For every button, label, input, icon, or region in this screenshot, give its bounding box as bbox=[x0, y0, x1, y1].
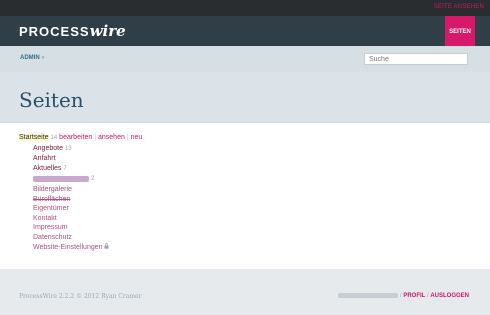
tree-item-label: Datenschutz bbox=[33, 233, 72, 241]
processwire-logo[interactable]: PROCESSwire bbox=[19, 22, 126, 40]
tree-item-label: Bildergalerie bbox=[33, 185, 72, 193]
breadcrumb-admin[interactable]: ADMIN » bbox=[20, 55, 45, 61]
top-strip: SEITE ANSEHEN bbox=[0, 0, 490, 16]
tree-item-label: Anfahrt bbox=[33, 155, 56, 163]
logo-suffix: wire bbox=[89, 22, 126, 40]
tree-item-aktuelles[interactable]: Aktuelles 7 bbox=[19, 164, 142, 175]
tree-root-row: Startseite 14 bearbeiten | ansehen | neu bbox=[19, 133, 142, 144]
tree-item-redacted[interactable]: 2 bbox=[19, 174, 142, 185]
tab-pages[interactable]: SEITEN bbox=[445, 16, 475, 46]
tree-item-website-einstellungen[interactable]: Website-Einstellungen bbox=[19, 242, 142, 254]
tree-item-label: Angebote bbox=[33, 144, 63, 152]
action-divider: | bbox=[126, 134, 129, 141]
divider: / bbox=[399, 293, 402, 300]
chevron-right-icon: » bbox=[41, 55, 45, 61]
tree-item-label: Eigentümer bbox=[33, 205, 69, 213]
profile-link[interactable]: PROFIL bbox=[403, 293, 425, 299]
view-action[interactable]: ansehen bbox=[98, 134, 125, 141]
view-site-link[interactable]: SEITE ANSEHEN bbox=[434, 4, 484, 10]
tree-item-label: Impressum bbox=[33, 224, 68, 232]
page-title: Seiten bbox=[19, 88, 84, 112]
breadcrumb-admin-label: ADMIN bbox=[20, 55, 40, 61]
tree-root-count: 14 bbox=[50, 135, 58, 141]
tree-root-label[interactable]: Startseite bbox=[19, 134, 49, 141]
tree-item-count: 13 bbox=[64, 145, 72, 152]
tree-item-eigentuemer[interactable]: Eigentümer bbox=[19, 204, 142, 214]
tree-item-bildergalerie[interactable]: Bildergalerie bbox=[19, 185, 142, 195]
tree-item-label: Website-Einstellungen bbox=[33, 243, 103, 251]
tree-item-label: Kontakt bbox=[33, 214, 57, 222]
tree-item-datenschutz[interactable]: Datenschutz bbox=[19, 233, 142, 243]
tree-item-count: 2 bbox=[90, 176, 95, 183]
user-links: / PROFIL / AUSLOGGEN bbox=[338, 293, 469, 299]
tree-item-anfahrt[interactable]: Anfahrt bbox=[19, 154, 142, 164]
copyright-text: ProcessWire 2.2.2 © 2012 Ryan Cramer bbox=[19, 293, 142, 300]
tree-item-count: 7 bbox=[63, 165, 67, 172]
edit-action[interactable]: bearbeiten bbox=[59, 134, 92, 141]
tree-item-bueroflaechen[interactable]: Büroflächen bbox=[19, 195, 142, 205]
tree-item-kontakt[interactable]: Kontakt bbox=[19, 214, 142, 224]
page-tree: Startseite 14 bearbeiten | ansehen | neu… bbox=[19, 133, 142, 253]
tree-item-angebote[interactable]: Angebote 13 bbox=[19, 144, 142, 155]
tree-item-impressum[interactable]: Impressum bbox=[19, 223, 142, 233]
lock-icon bbox=[104, 242, 109, 251]
divider: / bbox=[426, 293, 429, 300]
logo-prefix: PROCESS bbox=[19, 24, 90, 39]
footer bbox=[0, 269, 490, 315]
search-input[interactable] bbox=[364, 53, 468, 65]
redacted-username bbox=[338, 293, 399, 298]
logout-link[interactable]: AUSLOGGEN bbox=[430, 293, 469, 299]
action-divider: | bbox=[94, 134, 97, 141]
tree-item-label: Büroflächen bbox=[33, 195, 71, 203]
new-action[interactable]: neu bbox=[131, 134, 143, 141]
tree-item-label: Aktuelles bbox=[33, 164, 62, 172]
redacted-label bbox=[33, 175, 89, 182]
